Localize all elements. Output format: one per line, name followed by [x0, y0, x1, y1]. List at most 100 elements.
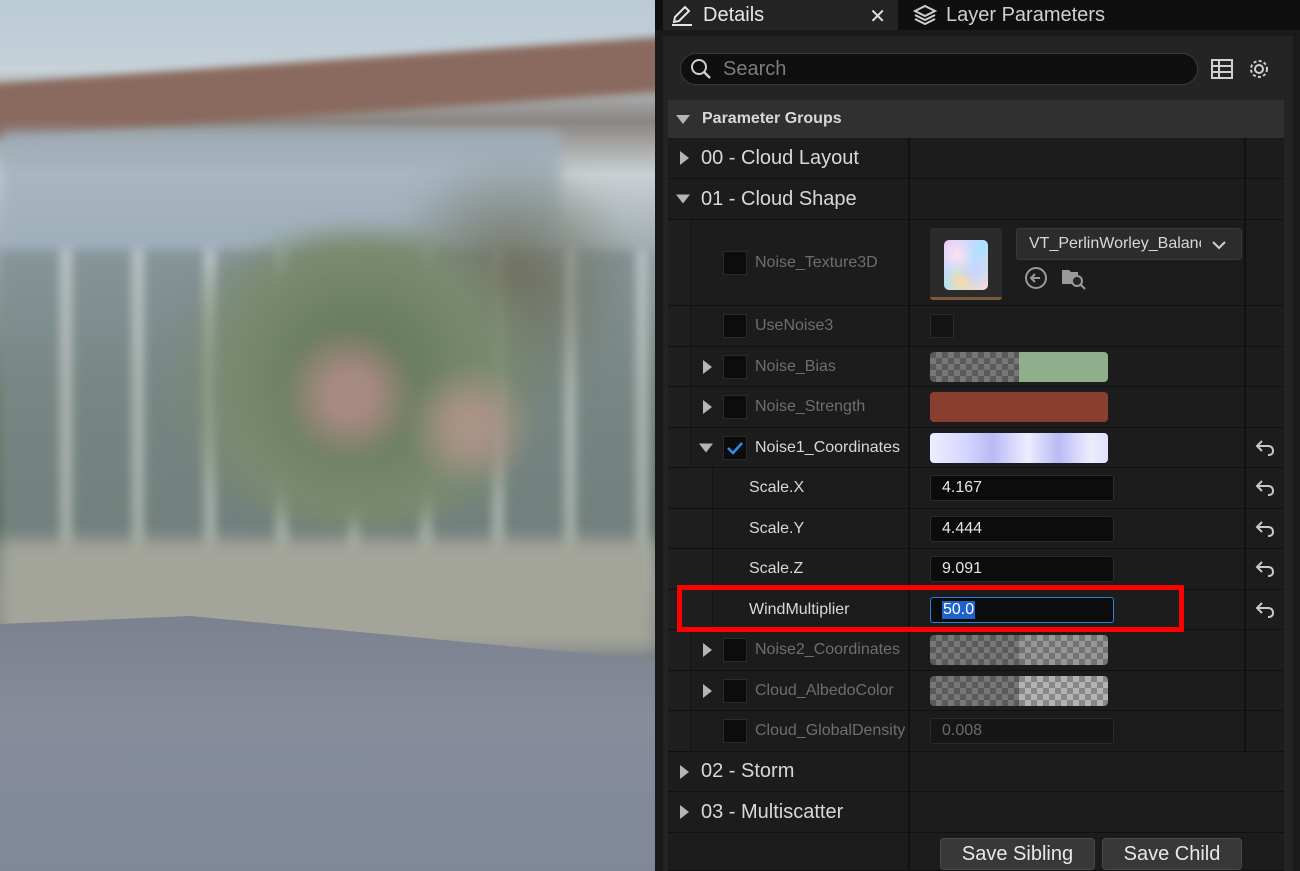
scale-x-input[interactable]: 4.167: [930, 475, 1114, 501]
reset-to-default-icon[interactable]: [1254, 599, 1276, 621]
category-storm[interactable]: 02 - Storm: [668, 752, 1284, 792]
swatch-color-half: [1019, 635, 1108, 665]
global-density-input[interactable]: 0.008: [930, 718, 1114, 744]
close-icon[interactable]: ✕: [869, 4, 886, 29]
collapse-triangle-icon[interactable]: [699, 443, 713, 452]
override-checkbox[interactable]: [723, 678, 747, 703]
value-cell: [910, 306, 1246, 346]
reset-to-default-icon[interactable]: [1254, 437, 1276, 459]
category-cloud-shape[interactable]: 01 - Cloud Shape: [668, 179, 1284, 220]
checkmark-icon: [727, 441, 743, 455]
value-cell: [910, 138, 1246, 178]
name-cell: 00 - Cloud Layout: [668, 138, 910, 178]
value-cell: 4.167: [910, 468, 1246, 508]
expand-triangle-icon[interactable]: [703, 359, 712, 374]
value-cell: 0.008: [910, 711, 1246, 751]
texture-thumbnail[interactable]: [930, 228, 1002, 300]
expand-triangle-icon[interactable]: [680, 151, 689, 165]
name-cell: Cloud_AlbedoColor: [668, 671, 910, 710]
name-cell: Noise_Texture3D: [668, 220, 910, 305]
name-cell: Noise2_Coordinates: [668, 630, 910, 670]
value-cell: [910, 671, 1246, 710]
reset-to-default-icon[interactable]: [1254, 477, 1276, 499]
pencil-icon: [669, 4, 695, 26]
indent-guide: [668, 347, 691, 386]
expand-triangle-icon[interactable]: [680, 764, 689, 779]
param-label: Cloud_AlbedoColor: [755, 681, 894, 699]
value-checkbox[interactable]: [930, 314, 954, 338]
value-cell: [910, 387, 1246, 427]
reset-cell: [1246, 468, 1284, 508]
param-label: Noise_Bias: [755, 357, 836, 375]
reset-cell: [1246, 590, 1284, 629]
param-label: Noise_Texture3D: [755, 253, 878, 271]
param-label: UseNoise3: [755, 317, 834, 334]
save-child-button[interactable]: Save Child: [1102, 838, 1242, 870]
value-cell: 50.0: [910, 590, 1246, 629]
parameter-groups-label: Parameter Groups: [702, 110, 842, 127]
indent-guide: [690, 549, 713, 589]
tab-details[interactable]: Details ✕: [663, 0, 898, 30]
color-swatch[interactable]: [930, 635, 1108, 665]
tab-layer-parameters[interactable]: Layer Parameters: [906, 0, 1296, 30]
color-swatch[interactable]: [930, 351, 1108, 382]
override-checkbox[interactable]: [723, 638, 747, 662]
indent-guide: [668, 671, 691, 710]
asset-dropdown[interactable]: VT_PerlinWorley_Balanc: [1016, 228, 1242, 260]
param-label: Noise_Strength: [755, 398, 866, 415]
param-scale-y: Scale.Y 4.444: [668, 509, 1284, 549]
value-cell: VT_PerlinWorley_Balanc: [910, 220, 1246, 305]
browse-asset-icon[interactable]: [1060, 266, 1086, 290]
swatch-alpha-half: [930, 675, 1019, 706]
tab-details-label: Details: [703, 3, 765, 26]
indent-guide: [690, 468, 713, 508]
noise-texture-preview: [944, 240, 988, 290]
reset-to-default-icon[interactable]: [1254, 518, 1276, 540]
category-multiscatter[interactable]: 03 - Multiscatter: [668, 792, 1284, 833]
expand-triangle-icon[interactable]: [703, 683, 712, 698]
param-noise-texture3d: Noise_Texture3D VT_PerlinWorley_Balanc: [668, 220, 1284, 306]
scale-z-input[interactable]: 9.091: [930, 556, 1114, 582]
save-sibling-button[interactable]: Save Sibling: [940, 838, 1095, 870]
param-label: WindMultiplier: [749, 600, 850, 618]
swatch-alpha-half: [930, 635, 1019, 665]
param-label: Noise2_Coordinates: [755, 641, 900, 658]
override-checkbox-checked[interactable]: [723, 435, 747, 460]
expand-triangle-icon[interactable]: [680, 805, 689, 819]
chevron-down-icon: [1212, 241, 1226, 250]
tab-layer-parameters-label: Layer Parameters: [946, 3, 1105, 26]
expand-triangle-icon[interactable]: [703, 400, 712, 414]
override-checkbox[interactable]: [723, 354, 747, 379]
override-checkbox[interactable]: [723, 314, 747, 338]
search-input[interactable]: [721, 56, 1165, 82]
name-cell: Noise_Strength: [668, 387, 910, 427]
override-checkbox[interactable]: [723, 250, 747, 275]
param-label: Scale.Z: [749, 560, 804, 577]
wind-multiplier-input[interactable]: 50.0: [930, 596, 1114, 623]
color-swatch[interactable]: [930, 675, 1108, 706]
collapse-triangle-icon[interactable]: [676, 114, 690, 124]
reset-to-default-icon[interactable]: [1254, 558, 1276, 580]
details-content: Parameter Groups 00 - Cloud Layout 01 - …: [663, 36, 1293, 871]
parameter-groups-header[interactable]: Parameter Groups: [668, 100, 1284, 138]
settings-gear-icon[interactable]: [1246, 56, 1272, 82]
viewport-blossoms: [260, 330, 560, 490]
override-checkbox[interactable]: [723, 395, 747, 419]
expand-triangle-icon[interactable]: [703, 643, 712, 657]
category-cloud-layout[interactable]: 00 - Cloud Layout: [668, 138, 1284, 179]
search-box: [680, 53, 1198, 85]
param-noise2-coordinates: Noise2_Coordinates: [668, 630, 1284, 671]
override-checkbox[interactable]: [723, 719, 747, 743]
collapse-triangle-icon[interactable]: [676, 194, 690, 204]
scale-y-input[interactable]: 4.444: [930, 515, 1114, 542]
level-viewport[interactable]: [0, 0, 655, 871]
table-view-icon[interactable]: [1209, 56, 1235, 82]
wind-multiplier-value: 50.0: [942, 600, 976, 619]
color-swatch[interactable]: [930, 432, 1108, 463]
details-panel: Details ✕ Layer Parameters Search Parame…: [655, 0, 1300, 871]
asset-name: VT_PerlinWorley_Balanc: [1029, 235, 1201, 252]
color-swatch[interactable]: [930, 392, 1108, 422]
category-label: 00 - Cloud Layout: [701, 146, 859, 169]
use-selected-asset-icon[interactable]: [1024, 266, 1048, 290]
indent-guide: [668, 428, 691, 467]
